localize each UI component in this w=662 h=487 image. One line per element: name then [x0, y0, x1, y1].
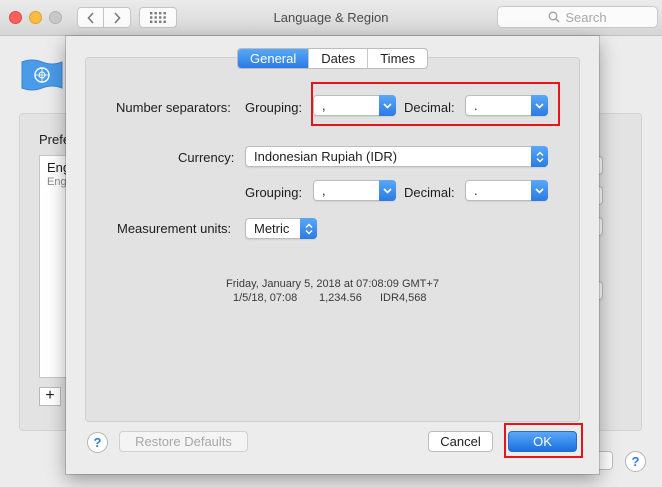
number-grouping-popup[interactable]: , — [313, 95, 396, 116]
un-flag-icon — [21, 59, 63, 91]
currency-decimal-popup[interactable]: . — [465, 180, 548, 201]
currency-grouping-value: , — [322, 183, 326, 198]
chevron-down-icon — [531, 180, 548, 201]
language-list[interactable] — [39, 155, 67, 378]
number-decimal-popup[interactable]: . — [465, 95, 548, 116]
sample-full-date: Friday, January 5, 2018 at 07:08:09 GMT+… — [226, 278, 439, 290]
chevron-updown-icon — [300, 218, 317, 239]
restore-defaults-button[interactable]: Restore Defaults — [119, 431, 248, 452]
search-icon — [548, 11, 560, 23]
chevron-down-icon — [531, 95, 548, 116]
measurement-units-label: Measurement units: — [117, 221, 232, 236]
search-placeholder: Search — [565, 9, 607, 25]
tab-general[interactable]: General — [238, 49, 309, 68]
title-bar: Language & Region Search — [0, 0, 662, 36]
tab-dates[interactable]: Dates — [308, 49, 367, 68]
currency-grouping-popup[interactable]: , — [313, 180, 396, 201]
measurement-units-value: Metric — [254, 221, 290, 236]
measurement-units-popup[interactable]: Metric — [245, 218, 317, 239]
cancel-button[interactable]: Cancel — [428, 431, 493, 452]
currency-label: Currency: — [178, 150, 235, 165]
parent-help-button[interactable]: ? — [625, 451, 646, 472]
number-decimal-value: . — [474, 98, 478, 113]
tab-times[interactable]: Times — [367, 49, 427, 68]
advanced-sheet: General Dates Times Number separators: G… — [66, 36, 599, 474]
currency-popup[interactable]: Indonesian Rupiah (IDR) — [245, 146, 548, 167]
chevron-updown-icon — [531, 146, 548, 167]
add-language-button[interactable]: + — [39, 387, 61, 406]
number-separators-label: Number separators: — [116, 100, 231, 115]
currency-decimal-label: Decimal: — [404, 185, 455, 200]
currency-decimal-value: . — [474, 183, 478, 198]
chevron-down-icon — [379, 95, 396, 116]
help-button[interactable]: ? — [87, 432, 108, 453]
currency-value: Indonesian Rupiah (IDR) — [254, 149, 398, 164]
language-list-item-subtitle: Eng — [47, 176, 67, 188]
advanced-button-edge[interactable] — [597, 451, 613, 470]
sample-short-date: 1/5/18, 07:08 — [233, 292, 298, 304]
tab-bar: General Dates Times — [237, 48, 429, 69]
number-grouping-label: Grouping: — [245, 100, 303, 115]
ok-button[interactable]: OK — [508, 431, 577, 452]
chevron-down-icon — [379, 180, 396, 201]
search-field[interactable]: Search — [497, 6, 658, 28]
number-grouping-value: , — [322, 98, 326, 113]
sample-number: 1,234.56 — [319, 292, 362, 304]
currency-grouping-label: Grouping: — [245, 185, 303, 200]
number-decimal-label: Decimal: — [404, 100, 455, 115]
sample-currency: IDR4,568 — [380, 292, 427, 304]
